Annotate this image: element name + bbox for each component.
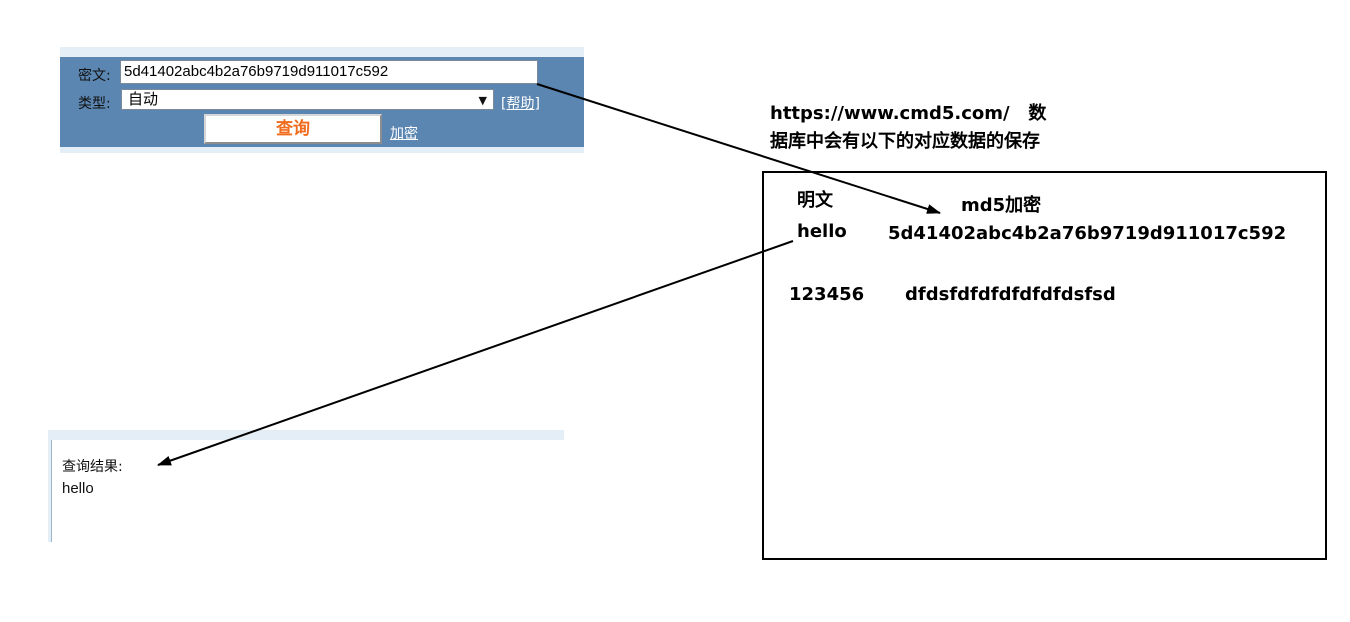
arrow-db-to-result xyxy=(157,240,794,466)
annotation-arrows xyxy=(157,83,941,466)
arrow-cipher-to-db xyxy=(536,83,941,214)
